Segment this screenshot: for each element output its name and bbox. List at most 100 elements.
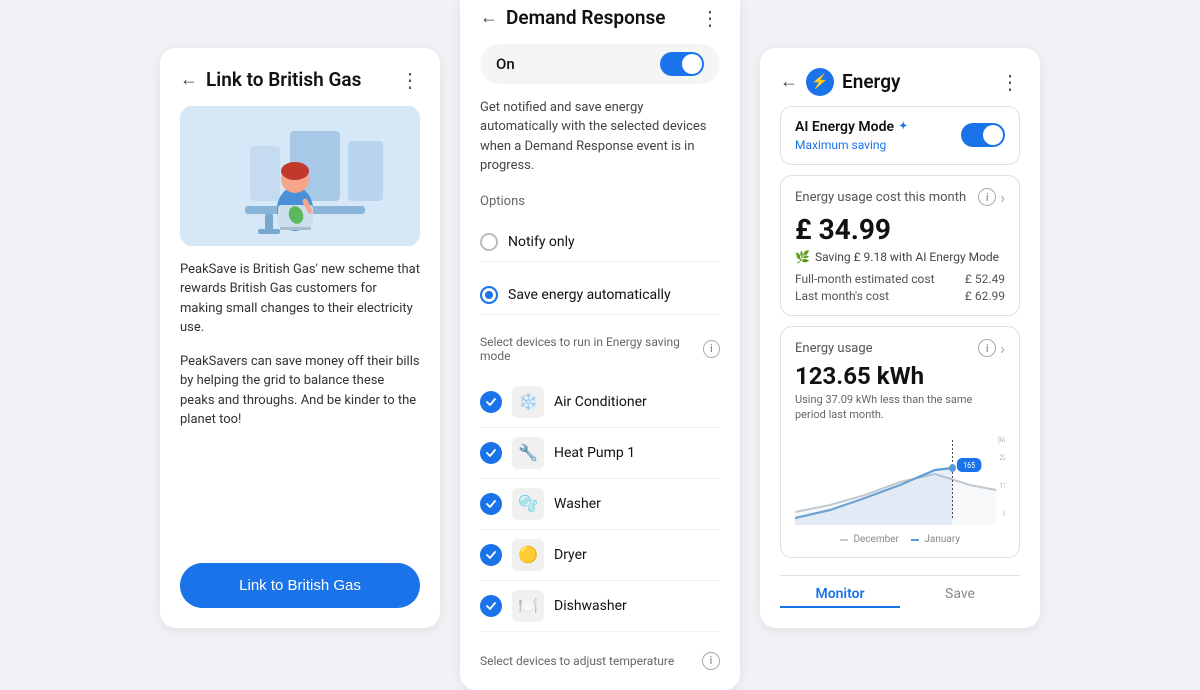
energy-bolt-icon: ⚡ bbox=[806, 68, 834, 96]
chart-legend: December January bbox=[795, 534, 1005, 545]
cost-section: Energy usage cost this month i › £ 34.99… bbox=[780, 175, 1020, 316]
svg-text:(kWh): (kWh) bbox=[998, 436, 1005, 445]
radio-save-energy[interactable] bbox=[480, 286, 498, 304]
dishwasher-icon: 🍽️ bbox=[512, 590, 544, 622]
device-row-heat-pump[interactable]: 🔧 Heat Pump 1 bbox=[480, 428, 720, 479]
temp-label-row: Select devices to adjust temperature i bbox=[480, 652, 720, 670]
radio-notify-only[interactable] bbox=[480, 233, 498, 251]
svg-text:220: 220 bbox=[1000, 454, 1005, 463]
panel1-desc1: PeakSave is British Gas' new scheme that… bbox=[180, 260, 420, 338]
cost-amount: £ 34.99 bbox=[795, 213, 891, 246]
devices-label-row: Select devices to run in Energy saving m… bbox=[480, 335, 720, 363]
legend-december: December bbox=[840, 534, 899, 545]
dishwasher-label: Dishwasher bbox=[554, 598, 627, 614]
panel3-header: ← ⚡ Energy ⋮ bbox=[780, 68, 1020, 96]
ai-mode-left: AI Energy Mode ✦ Maximum saving bbox=[795, 119, 907, 152]
dryer-icon: 🟡 bbox=[512, 539, 544, 571]
last-month-row: Last month's cost £ 62.99 bbox=[795, 289, 1005, 303]
device-row-dishwasher[interactable]: 🍽️ Dishwasher bbox=[480, 581, 720, 632]
legend-jan-color bbox=[911, 539, 919, 541]
panel3-header-left: ← ⚡ Energy bbox=[780, 68, 900, 96]
panel1-desc2: PeakSavers can save money off their bill… bbox=[180, 352, 420, 430]
device-row-washer[interactable]: 🫧 Washer bbox=[480, 479, 720, 530]
full-month-label: Full-month estimated cost bbox=[795, 272, 935, 286]
device-row-ac[interactable]: ❄️ Air Conditioner bbox=[480, 377, 720, 428]
washer-icon: 🫧 bbox=[512, 488, 544, 520]
chart-svg: (kWh) 220 110 0 165 bbox=[795, 430, 1005, 530]
link-british-gas-button[interactable]: Link to British Gas bbox=[180, 563, 420, 608]
back-icon-2[interactable]: ← bbox=[480, 7, 498, 28]
ai-mode-row: AI Energy Mode ✦ Maximum saving bbox=[780, 106, 1020, 165]
panel-link-british-gas: ← Link to British Gas ⋮ bbox=[160, 48, 440, 628]
bottom-tabs: Monitor Save bbox=[780, 575, 1020, 608]
back-icon[interactable]: ← bbox=[180, 69, 198, 90]
temp-section-label: Select devices to adjust temperature bbox=[480, 654, 674, 668]
usage-title-text: Energy usage bbox=[795, 341, 873, 356]
devices-list: ❄️ Air Conditioner 🔧 Heat Pump 1 🫧 Washe… bbox=[480, 377, 720, 632]
panel-energy: ← ⚡ Energy ⋮ AI Energy Mode ✦ Maximum sa… bbox=[760, 48, 1040, 628]
panel2-header: ← Demand Response ⋮ bbox=[480, 6, 720, 30]
ai-badge-icon: ✦ bbox=[899, 121, 907, 132]
check-washer bbox=[480, 493, 502, 515]
washer-label: Washer bbox=[554, 496, 601, 512]
devices-info-icon[interactable]: i bbox=[703, 340, 720, 358]
check-ac bbox=[480, 391, 502, 413]
ai-mode-toggle[interactable] bbox=[961, 123, 1005, 147]
full-month-value: £ 52.49 bbox=[965, 272, 1005, 286]
check-heat-pump bbox=[480, 442, 502, 464]
hero-illustration bbox=[180, 106, 420, 246]
more-options-icon-3[interactable]: ⋮ bbox=[1000, 70, 1020, 94]
panel1-title: Link to British Gas bbox=[206, 68, 361, 91]
saving-row: 🌿 Saving £ 9.18 with AI Energy Mode bbox=[795, 250, 1005, 264]
svg-text:0: 0 bbox=[1003, 510, 1005, 519]
cost-chevron-icon[interactable]: › bbox=[1000, 188, 1005, 207]
usage-title-row: Energy usage i › bbox=[795, 339, 1005, 358]
legend-dec-color bbox=[840, 539, 848, 541]
save-energy-option[interactable]: Save energy automatically bbox=[480, 276, 720, 315]
on-off-toggle[interactable] bbox=[660, 52, 704, 76]
tab-save[interactable]: Save bbox=[900, 586, 1020, 608]
ac-label: Air Conditioner bbox=[554, 394, 647, 410]
legend-january: January bbox=[911, 534, 960, 545]
panel-demand-response: ← Demand Response ⋮ On Get notified and … bbox=[460, 0, 740, 690]
temp-info-icon[interactable]: i bbox=[702, 652, 720, 670]
heat-pump-icon: 🔧 bbox=[512, 437, 544, 469]
notify-only-label: Notify only bbox=[508, 234, 575, 250]
saving-text: Saving £ 9.18 with AI Energy Mode bbox=[815, 250, 999, 264]
last-month-value: £ 62.99 bbox=[965, 289, 1005, 303]
usage-sub-text: Using 37.09 kWh less than the same perio… bbox=[795, 392, 1005, 423]
check-dishwasher bbox=[480, 595, 502, 617]
heat-pump-label: Heat Pump 1 bbox=[554, 445, 635, 461]
tab-monitor[interactable]: Monitor bbox=[780, 586, 900, 608]
notify-only-option[interactable]: Notify only bbox=[480, 223, 720, 262]
demand-info-text: Get notified and save energy automatical… bbox=[480, 98, 720, 176]
panel2-title: Demand Response bbox=[506, 6, 665, 29]
check-dryer bbox=[480, 544, 502, 566]
panel2-header-left: ← Demand Response bbox=[480, 6, 665, 29]
ac-icon: ❄️ bbox=[512, 386, 544, 418]
svg-text:110: 110 bbox=[1000, 482, 1005, 491]
cost-info-icon[interactable]: i bbox=[978, 188, 996, 206]
usage-section: Energy usage i › 123.65 kWh Using 37.09 … bbox=[780, 326, 1020, 559]
cost-title-text: Energy usage cost this month bbox=[795, 190, 966, 205]
full-month-row: Full-month estimated cost £ 52.49 bbox=[795, 272, 1005, 286]
dryer-label: Dryer bbox=[554, 547, 587, 563]
more-options-icon[interactable]: ⋮ bbox=[400, 68, 420, 92]
panel3-title: Energy bbox=[842, 70, 900, 93]
usage-chevron-icon[interactable]: › bbox=[1000, 339, 1005, 358]
usage-info-icon[interactable]: i bbox=[978, 339, 996, 357]
device-row-dryer[interactable]: 🟡 Dryer bbox=[480, 530, 720, 581]
panel1-header: ← Link to British Gas ⋮ bbox=[180, 68, 420, 92]
cost-section-title: Energy usage cost this month i › bbox=[795, 188, 1005, 207]
save-energy-label: Save energy automatically bbox=[508, 287, 671, 303]
ai-mode-label: AI Energy Mode ✦ bbox=[795, 119, 907, 135]
energy-chart: (kWh) 220 110 0 165 bbox=[795, 430, 1005, 530]
more-options-icon-2[interactable]: ⋮ bbox=[700, 6, 720, 30]
svg-text:165: 165 bbox=[963, 461, 975, 471]
toggle-row: On bbox=[480, 44, 720, 84]
last-month-label: Last month's cost bbox=[795, 289, 889, 303]
back-icon-3[interactable]: ← bbox=[780, 71, 798, 92]
options-label: Options bbox=[480, 194, 720, 209]
devices-section-label: Select devices to run in Energy saving m… bbox=[480, 335, 703, 363]
leaf-icon: 🌿 bbox=[795, 250, 810, 264]
